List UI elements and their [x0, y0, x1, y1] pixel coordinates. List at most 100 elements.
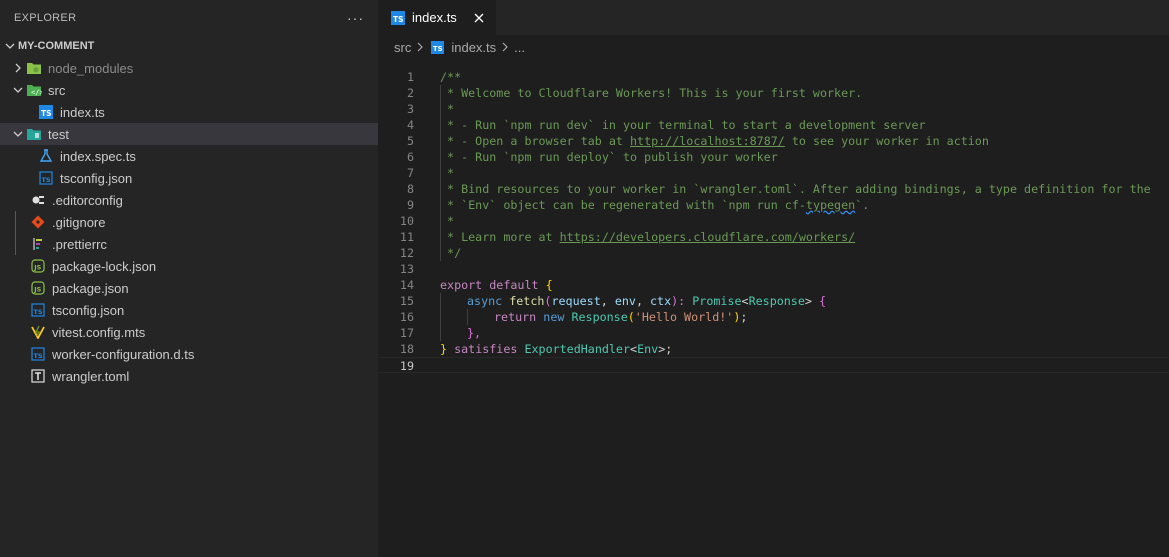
code-text: * Bind resources to your worker in `wran…: [440, 182, 1151, 196]
typescript-file-icon: TS: [429, 39, 445, 55]
code-token: new: [543, 310, 565, 324]
tree-item-label: .gitignore: [52, 214, 106, 230]
line-number: 12: [399, 246, 414, 260]
chevron-down-icon: [10, 82, 26, 98]
tree-item-gitignore[interactable]: .gitignore: [0, 211, 378, 233]
tree-item-label: package.json: [52, 280, 129, 296]
code-line: 1 /**: [378, 69, 1169, 85]
chevron-down-icon: [2, 38, 18, 54]
code-token: return: [494, 310, 537, 324]
code-text: *: [440, 214, 455, 228]
more-actions-button[interactable]: ···: [347, 10, 364, 26]
code-text: * `Env` object can be regenerated with `…: [440, 197, 869, 213]
tree-item-src[interactable]: </> src: [0, 79, 378, 101]
code-text: * - Open a browser tab at http://localho…: [440, 133, 989, 149]
js-package-icon: JS: [30, 258, 46, 274]
code-token: {: [545, 278, 553, 292]
breadcrumb-file[interactable]: index.ts: [451, 40, 496, 55]
code-link[interactable]: https://developers.cloudflare.com/worker…: [560, 230, 856, 244]
svg-text:TS: TS: [34, 352, 43, 360]
workspace-root[interactable]: MY-COMMENT: [0, 35, 378, 57]
code-token: }: [440, 342, 448, 356]
tree-item-wrangler-toml[interactable]: wrangler.toml: [0, 365, 378, 387]
test-flask-icon: [38, 148, 54, 164]
svg-text:TS: TS: [41, 109, 52, 118]
code-text: export default {: [440, 277, 553, 293]
code-text: * - Run `npm run dev` in your terminal t…: [440, 118, 926, 132]
code-text: async fetch(request, env, ctx): Promise<…: [467, 293, 826, 309]
tree-item-test[interactable]: test: [0, 123, 378, 145]
code-link[interactable]: http://localhost:8787/: [630, 134, 785, 148]
chevron-right-icon: [10, 60, 26, 76]
code-token: ExportedHandler: [524, 342, 631, 356]
spelling-squiggle[interactable]: typegen: [806, 198, 855, 212]
typescript-file-icon: TS: [390, 10, 406, 26]
tree-item-label: vitest.config.mts: [52, 324, 146, 340]
tree-item-prettierrc[interactable]: .prettierrc: [0, 233, 378, 255]
tree-item-package-json[interactable]: JS package.json: [0, 277, 378, 299]
tab-index-ts[interactable]: TS index.ts: [378, 0, 496, 35]
line-number: 2: [406, 86, 414, 100]
svg-text:TS: TS: [393, 15, 404, 24]
code-line: 6 * - Run `npm run deploy` to publish yo…: [378, 149, 1169, 165]
code-line: 11 * Learn more at https://developers.cl…: [378, 229, 1169, 245]
line-number: 8: [406, 182, 414, 196]
code-token: ctx: [650, 294, 672, 308]
code-token: export: [440, 278, 483, 292]
line-number: 11: [399, 230, 414, 244]
code-line: 14 export default {: [378, 277, 1169, 293]
tree-item-vitest-config[interactable]: vitest.config.mts: [0, 321, 378, 343]
code-token: >: [804, 294, 812, 308]
close-icon[interactable]: [472, 11, 486, 25]
svg-text:JS: JS: [33, 264, 41, 272]
code-editor[interactable]: 1 /** 2 * Welcome to Cloudflare Workers! …: [378, 69, 1169, 373]
tab-label: index.ts: [412, 10, 457, 25]
folder-src-icon: </>: [26, 82, 42, 98]
chevron-down-icon: [10, 126, 26, 142]
tree-item-node-modules[interactable]: node_modules: [0, 57, 378, 79]
breadcrumb-folder[interactable]: src: [394, 40, 411, 55]
code-token: * `Env` object can be regenerated with `…: [440, 198, 806, 212]
line-number: 9: [406, 198, 414, 212]
line-number: 5: [406, 134, 414, 148]
code-token: * - Open a browser tab at: [440, 134, 630, 148]
tree-item-index-spec-ts[interactable]: index.spec.ts: [0, 145, 378, 167]
tree-item-editorconfig[interactable]: .editorconfig: [0, 189, 378, 211]
code-token: <: [741, 294, 749, 308]
code-token: Response: [571, 310, 628, 324]
code-line: 7 *: [378, 165, 1169, 181]
code-token: Response: [748, 294, 805, 308]
code-text: return new Response('Hello World!');: [494, 309, 747, 325]
folder-node-icon: [26, 60, 42, 76]
line-number: 10: [399, 214, 414, 228]
tree-item-worker-configuration[interactable]: TS worker-configuration.d.ts: [0, 343, 378, 365]
editor-area: TS index.ts src TS index.ts ... 1 /** 2 *…: [378, 0, 1169, 557]
code-token: to see your worker in action: [784, 134, 989, 148]
code-token: env: [614, 294, 636, 308]
svg-text:TS: TS: [433, 45, 443, 53]
tree-item-tsconfig[interactable]: TS tsconfig.json: [0, 299, 378, 321]
tree-item-tsconfig-test[interactable]: TS tsconfig.json: [0, 167, 378, 189]
chevron-right-icon: [500, 42, 510, 52]
line-number: 19: [399, 359, 414, 373]
line-number: 1: [406, 70, 414, 84]
line-number: 6: [406, 150, 414, 164]
prettier-icon: [30, 236, 46, 252]
code-token: fetch: [509, 294, 545, 308]
breadcrumb-symbols[interactable]: ...: [514, 40, 525, 55]
code-text: },: [467, 326, 482, 340]
code-text: * - Run `npm run deploy` to publish your…: [440, 150, 778, 164]
tsconfig-icon: TS: [38, 170, 54, 186]
tree-item-label: wrangler.toml: [52, 368, 130, 384]
code-token: ):: [671, 294, 686, 308]
code-line: 12 */: [378, 245, 1169, 261]
code-text: } satisfies ExportedHandler<Env>;: [440, 341, 672, 357]
code-token: ,: [600, 294, 615, 308]
tree-item-label: .prettierrc: [52, 236, 107, 252]
code-text: *: [440, 102, 455, 116]
code-line: 2 * Welcome to Cloudflare Workers! This …: [378, 85, 1169, 101]
code-token: request: [551, 294, 601, 308]
tree-item-package-lock[interactable]: JS package-lock.json: [0, 255, 378, 277]
tree-item-index-ts[interactable]: TS index.ts: [0, 101, 378, 123]
tree-item-label: index.spec.ts: [60, 148, 136, 164]
